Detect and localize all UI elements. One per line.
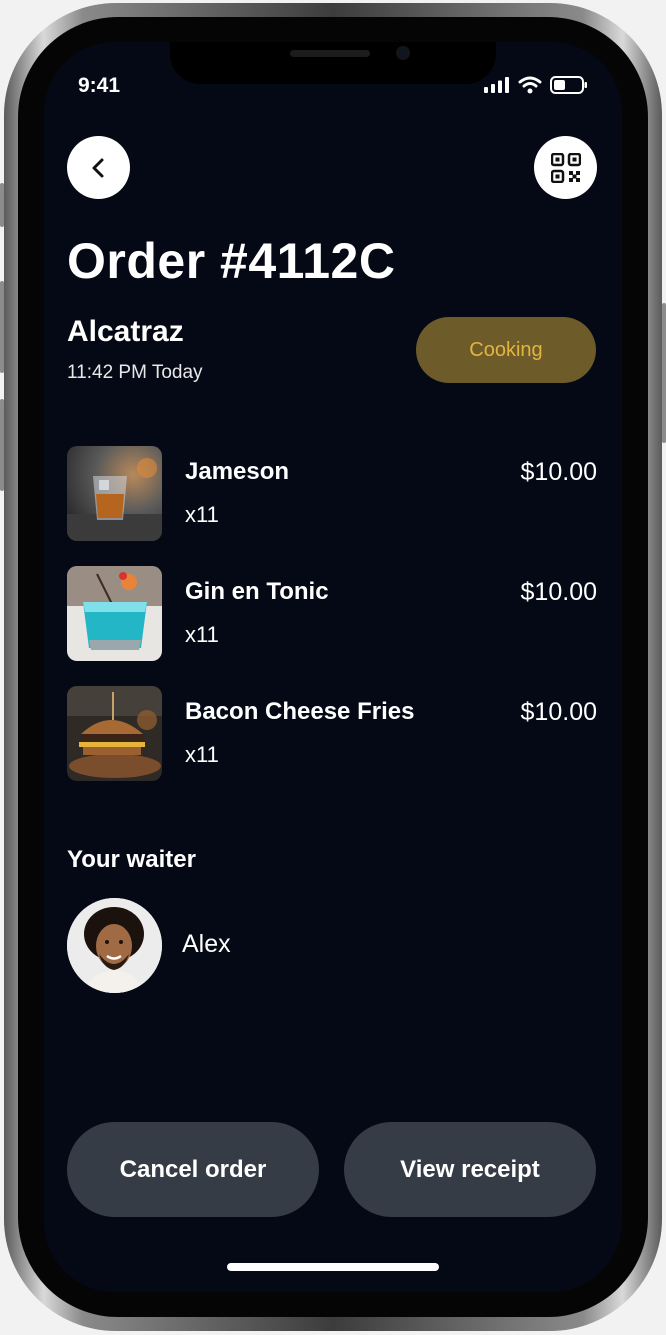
- signal-icon: [484, 77, 509, 93]
- cancel-order-button[interactable]: Cancel order: [67, 1122, 319, 1217]
- item-image-whiskey: [67, 446, 162, 541]
- item-name: Gin en Tonic: [185, 578, 329, 605]
- order-item[interactable]: Bacon Cheese Fries x11 $10.00: [67, 686, 597, 781]
- waiter-heading: Your waiter: [67, 846, 196, 873]
- item-name: Jameson: [185, 458, 290, 485]
- qr-code-icon: [550, 152, 581, 183]
- qr-code-button[interactable]: [534, 136, 597, 199]
- item-quantity: x11: [185, 502, 219, 527]
- status-icons: [484, 76, 588, 94]
- item-quantity: x11: [185, 622, 219, 647]
- venue-name: Alcatraz: [67, 315, 184, 348]
- order-item[interactable]: Jameson x11 $10.00: [67, 446, 597, 541]
- waiter-name: Alex: [182, 930, 231, 958]
- view-receipt-button[interactable]: View receipt: [344, 1122, 596, 1217]
- home-indicator[interactable]: [227, 1263, 439, 1271]
- item-price: $10.00: [520, 458, 597, 486]
- order-time: 11:42 PM Today: [67, 362, 203, 383]
- app-screen: 9:41 Order #4112C Alcatraz 11:42 PM Toda…: [44, 42, 622, 1292]
- item-image-cocktail: [67, 566, 162, 661]
- item-name: Bacon Cheese Fries: [185, 698, 415, 725]
- item-image-burger: [67, 686, 162, 781]
- battery-icon: [550, 76, 587, 94]
- status-time: 9:41: [78, 74, 121, 97]
- order-title: Order #4112C: [67, 233, 396, 289]
- notch: [170, 42, 496, 84]
- wifi-icon: [518, 76, 542, 94]
- back-button[interactable]: [67, 136, 130, 199]
- item-price: $10.00: [520, 698, 597, 726]
- item-quantity: x11: [185, 742, 219, 767]
- order-item[interactable]: Gin en Tonic x11 $10.00: [67, 566, 597, 661]
- waiter-avatar[interactable]: [67, 898, 162, 993]
- order-status-badge: Cooking: [416, 317, 596, 383]
- item-price: $10.00: [520, 578, 597, 606]
- chevron-left-icon: [92, 158, 103, 177]
